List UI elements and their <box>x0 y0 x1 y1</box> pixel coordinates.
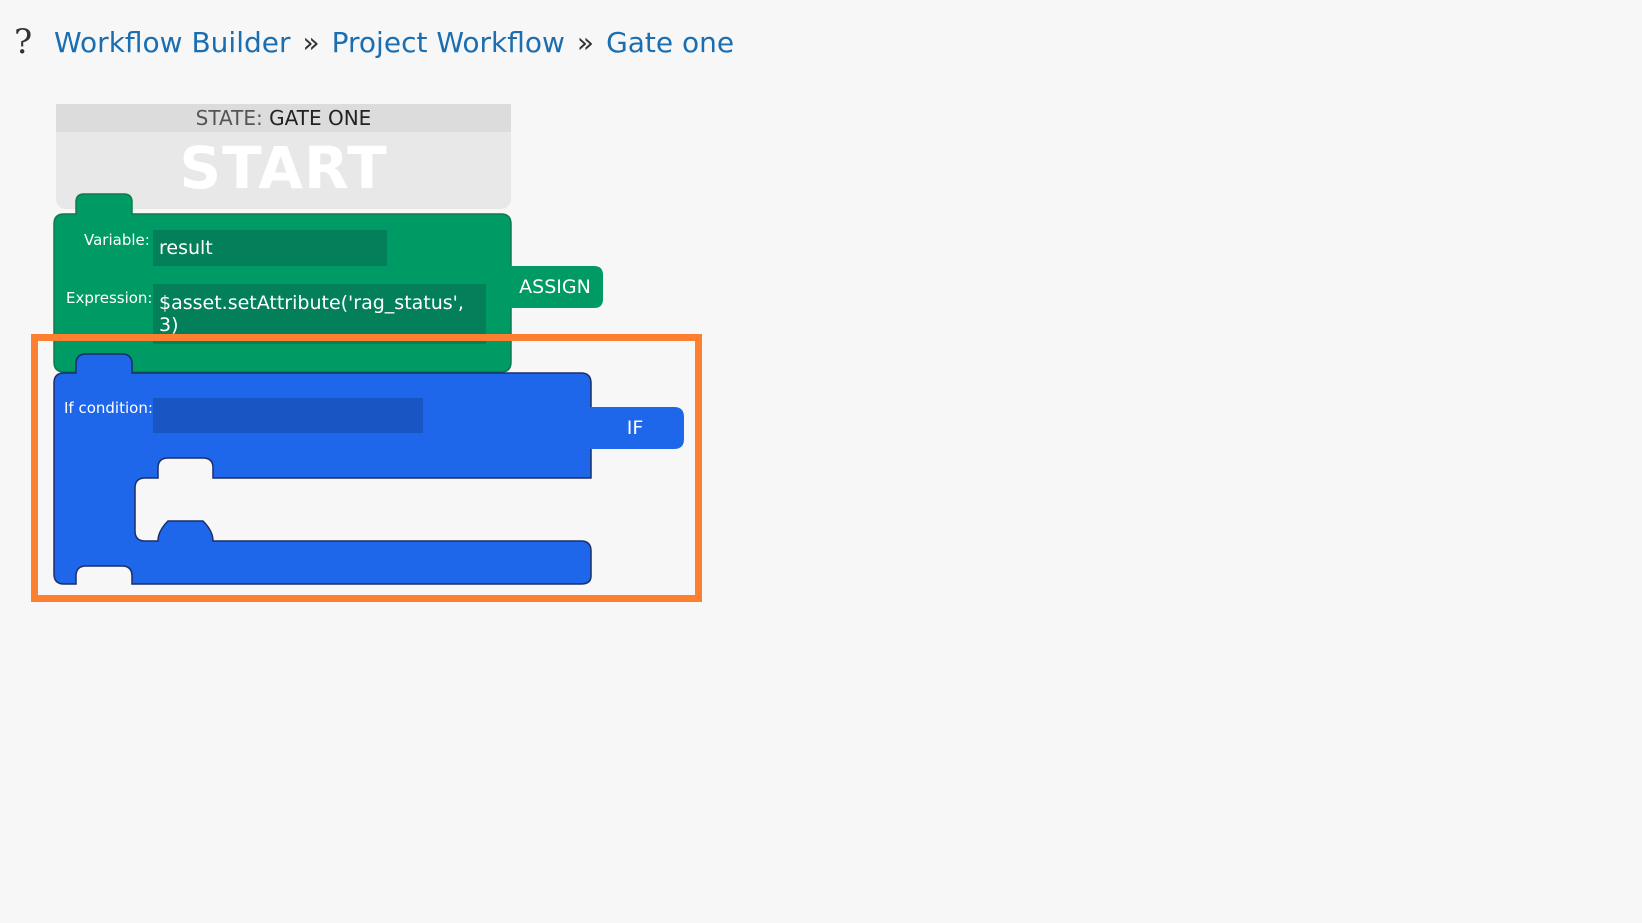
assign-block-shape[interactable] <box>53 193 512 373</box>
assign-tab-label: ASSIGN <box>519 276 591 298</box>
if-condition-label: If condition: <box>64 399 153 417</box>
if-condition-field[interactable] <box>153 398 423 433</box>
if-block-shape[interactable] <box>53 353 592 585</box>
block-canvas <box>53 193 684 585</box>
if-tab-label: IF <box>626 417 644 439</box>
workflow-builder-page: ? Workflow Builder » Project Workflow » … <box>0 0 1642 923</box>
variable-field[interactable]: result <box>153 230 387 266</box>
expression-label: Expression: <box>66 289 153 307</box>
variable-label: Variable: <box>84 231 150 249</box>
expression-field[interactable]: $asset.setAttribute('rag_status', 3) <box>153 284 486 344</box>
